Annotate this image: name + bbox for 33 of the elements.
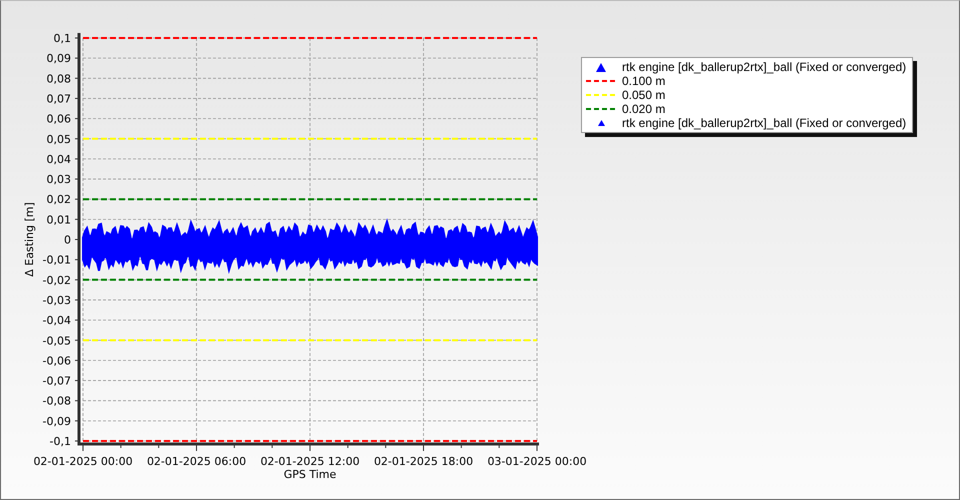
- x-tick-label: 03-01-2025 00:00: [487, 455, 587, 468]
- y-tick-label: -0,06: [42, 354, 71, 368]
- legend-label: 0.100 m: [622, 74, 666, 88]
- y-tick-label: -0,02: [42, 274, 71, 287]
- legend-label: rtk engine [dk_ballerup2rtx]_ball (Fixed or converged): [622, 60, 906, 74]
- y-tick-label: -0,03: [42, 294, 71, 307]
- y-tick-label: 0: [64, 234, 71, 246]
- x-axis-title: GPS Time: [284, 468, 336, 481]
- y-tick-label: 0,01: [46, 213, 71, 226]
- legend-label: rtk engine [dk_ballerup2rtx]_ball (Fixed or converged): [622, 116, 906, 130]
- y-axis-title: Δ Easting [m]: [23, 202, 36, 277]
- y-tick-label: 0,07: [46, 92, 71, 106]
- y-tick-label: -0,07: [42, 374, 71, 388]
- y-tick-label: 0,1: [54, 32, 71, 45]
- x-tick-label: 02-01-2025 06:00: [146, 455, 246, 468]
- legend-label: 0.050 m: [622, 88, 666, 102]
- x-tick-label: 02-01-2025 00:00: [33, 455, 133, 468]
- y-tick-label: 0,06: [46, 112, 71, 126]
- y-tick-label: -0,04: [42, 314, 71, 328]
- y-tick-label: 0,09: [46, 52, 71, 66]
- y-tick-label: 0,05: [46, 132, 71, 146]
- y-tick-label: -0,08: [42, 394, 71, 408]
- y-tick-label: -0,09: [42, 414, 71, 428]
- y-tick-label: -0,1: [50, 435, 71, 448]
- y-tick-label: 0,03: [46, 173, 71, 186]
- y-tick-label: -0,05: [42, 334, 71, 348]
- legend-label: 0.020 m: [622, 102, 666, 116]
- y-tick-label: 0,08: [46, 72, 71, 86]
- x-tick-label: 02-01-2025 12:00: [260, 455, 360, 468]
- y-tick-label: 0,04: [46, 152, 71, 166]
- y-tick-label: 0,02: [46, 193, 71, 206]
- x-tick-label: 02-01-2025 18:00: [374, 455, 474, 468]
- y-tick-label: -0,01: [42, 254, 71, 267]
